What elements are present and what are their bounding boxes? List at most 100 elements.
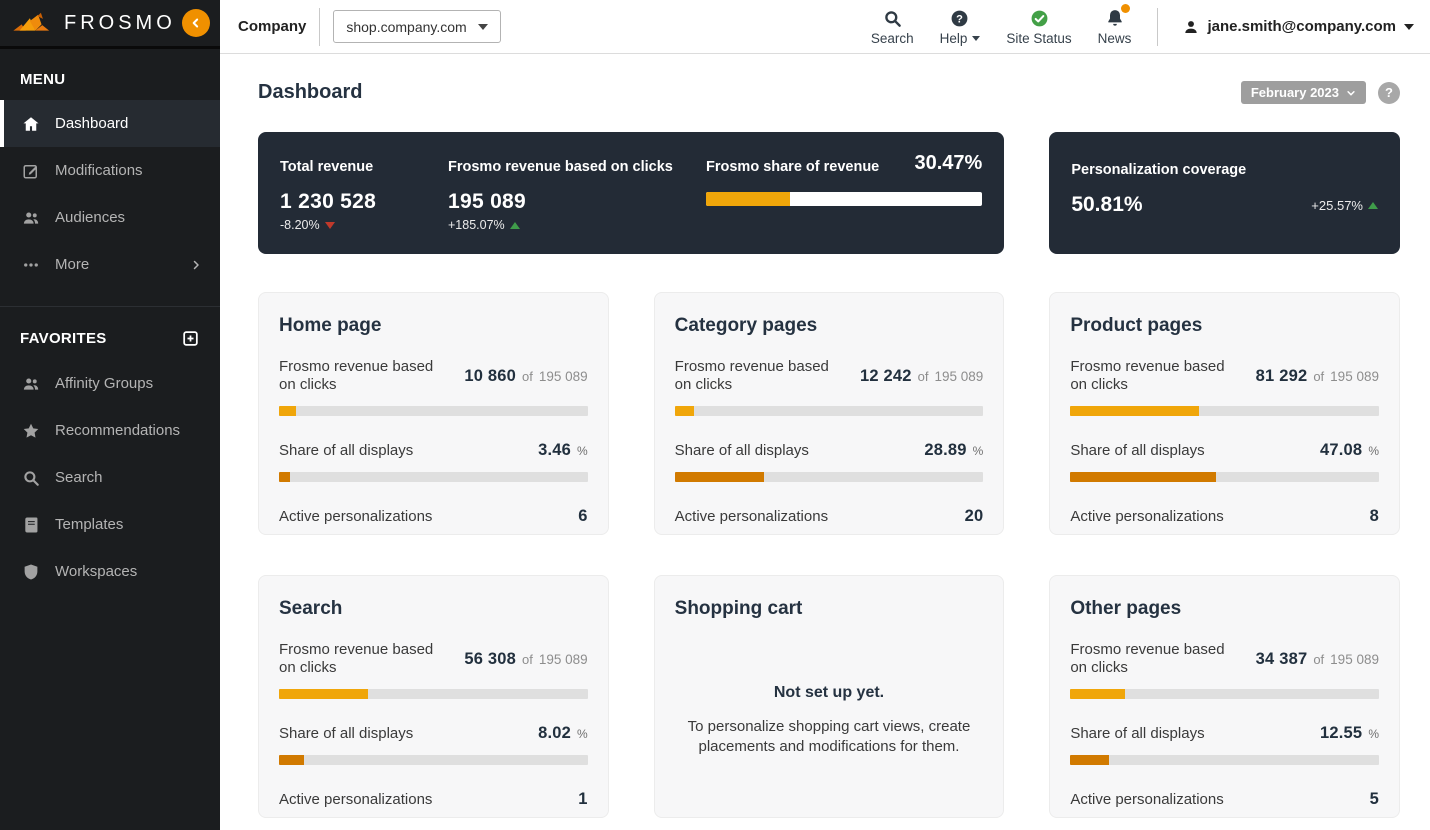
active-metric-value: 1 (578, 790, 588, 808)
caret-down-icon (972, 36, 981, 41)
company-label: Company (238, 18, 307, 35)
caret-down-icon (1404, 23, 1414, 30)
empty-state-text: To personalize shopping cart views, crea… (687, 718, 971, 756)
active-metric-label: Active personalizations (279, 790, 433, 808)
app-root: FROSMO MENU Dashboard Modifications Audi… (0, 0, 1430, 830)
revenue-bar (1070, 406, 1379, 416)
sidebar-logo-row: FROSMO (0, 0, 220, 49)
search-icon (883, 7, 902, 28)
page-content: Dashboard February 2023 ? Total revenue (220, 54, 1430, 830)
period-selector-button[interactable]: February 2023 (1240, 81, 1366, 104)
main-menu: Dashboard Modifications Audiences More (0, 100, 220, 288)
total-revenue-label: Total revenue (280, 159, 374, 175)
revenue-bar-fill (1070, 689, 1125, 699)
active-metric-label: Active personalizations (279, 507, 433, 525)
sidebar-item-label: Recommendations (55, 422, 181, 439)
page-title: Dashboard (258, 81, 363, 103)
caret-down-icon (478, 23, 489, 30)
sidebar-item-templates[interactable]: Templates (0, 501, 220, 548)
share-bar-fill (1070, 472, 1216, 482)
page-card-shopping-cart: Shopping cart Not set up yet. To persona… (653, 575, 1005, 818)
menu-section-title: MENU (0, 49, 220, 100)
news-action[interactable]: News (1098, 4, 1131, 46)
share-of-revenue-label: Frosmo share of revenue (706, 159, 880, 175)
sidebar-item-search[interactable]: Search (0, 454, 220, 501)
search-action[interactable]: Search (871, 7, 914, 46)
sidebar-item-label: Dashboard (55, 115, 129, 132)
personalization-coverage-card: Personalization coverage 50.81% +25.57% (1049, 132, 1400, 254)
percent-sign: % (576, 727, 588, 741)
site-selector-value: shop.company.com (346, 18, 467, 35)
edit-icon (22, 162, 40, 180)
overview-row: Total revenue 1 230 528 -8.20% Frosmo re… (258, 132, 1400, 254)
revenue-bar-fill (279, 406, 297, 416)
sidebar-item-dashboard[interactable]: Dashboard (0, 100, 220, 147)
user-menu[interactable]: jane.smith@company.com (1183, 18, 1414, 35)
trend-up-icon (509, 221, 520, 229)
of-label: of (1313, 651, 1325, 667)
empty-state-title: Not set up yet. (773, 684, 885, 701)
user-icon (1183, 19, 1199, 35)
card-title: Category pages (674, 315, 818, 336)
search-action-label: Search (870, 31, 914, 46)
page-help-button[interactable]: ? (1378, 81, 1400, 104)
active-metric-value: 8 (1369, 507, 1379, 525)
sidebar-item-audiences[interactable]: Audiences (0, 194, 220, 241)
brand-name: FROSMO (64, 11, 176, 34)
share-of-revenue-value: 30.47% (914, 152, 983, 174)
revenue-metric-label: Frosmo revenue based on clicks (1070, 358, 1225, 393)
help-action[interactable]: ? Help (940, 7, 981, 46)
empty-state: Not set up yet. To personalize shopping … (675, 684, 984, 758)
site-status-action-label: Site Status (1006, 31, 1072, 46)
user-email: jane.smith@company.com (1207, 18, 1396, 35)
period-label: February 2023 (1250, 85, 1339, 100)
sidebar-item-more[interactable]: More (0, 241, 220, 288)
share-bar-fill (279, 755, 304, 765)
coverage-label: Personalization coverage (1071, 162, 1247, 178)
sidebar-item-label: Modifications (55, 162, 143, 179)
active-metric-value: 6 (578, 507, 588, 525)
revenue-metric-total: 195 089 (1330, 368, 1379, 384)
sidebar: FROSMO MENU Dashboard Modifications Audi… (0, 0, 220, 830)
card-title: Home page (279, 315, 382, 336)
revenue-bar (1070, 689, 1379, 699)
users-icon (22, 375, 40, 393)
share-bar-fill (279, 472, 290, 482)
sidebar-item-label: Affinity Groups (55, 375, 154, 392)
share-bar (279, 755, 588, 765)
revenue-metric-value: 12 242 (860, 366, 912, 385)
trend-down-icon (324, 221, 335, 229)
svg-text:?: ? (957, 13, 964, 25)
of-label: of (1313, 368, 1325, 384)
sidebar-collapse-button[interactable] (182, 9, 210, 37)
site-status-action[interactable]: Site Status (1006, 7, 1072, 46)
frosmo-revenue-label: Frosmo revenue based on clicks (448, 159, 673, 175)
trend-up-icon (1367, 201, 1378, 209)
of-label: of (522, 651, 533, 667)
active-metric-value: 20 (964, 507, 984, 525)
add-favorite-button[interactable] (181, 329, 200, 348)
percent-sign: % (576, 444, 588, 458)
card-title: Product pages (1070, 315, 1203, 336)
sidebar-item-label: More (55, 256, 90, 273)
share-metric-value: 28.89 (924, 441, 967, 459)
book-icon (22, 516, 40, 534)
revenue-bar-fill (1070, 406, 1199, 416)
users-icon (22, 209, 40, 227)
coverage-change: +25.57% (1311, 197, 1363, 213)
sidebar-item-workspaces[interactable]: Workspaces (0, 548, 220, 595)
sidebar-item-modifications[interactable]: Modifications (0, 147, 220, 194)
ellipsis-icon (22, 256, 40, 274)
share-metric-label: Share of all displays (279, 441, 414, 459)
share-bar (674, 472, 984, 482)
favorites-section: FAVORITES Affinity Groups Recommendation… (0, 306, 220, 595)
share-of-revenue-bar-fill (706, 192, 791, 206)
sidebar-item-affinity-groups[interactable]: Affinity Groups (0, 360, 220, 407)
share-bar (1070, 472, 1379, 482)
revenue-bar-fill (279, 689, 369, 699)
site-selector-dropdown[interactable]: shop.company.com (333, 10, 502, 43)
share-bar-fill (674, 472, 764, 482)
sidebar-item-recommendations[interactable]: Recommendations (0, 407, 220, 454)
shield-icon (22, 563, 40, 581)
page-card-product: Product pages Frosmo revenue based on cl… (1049, 292, 1400, 535)
